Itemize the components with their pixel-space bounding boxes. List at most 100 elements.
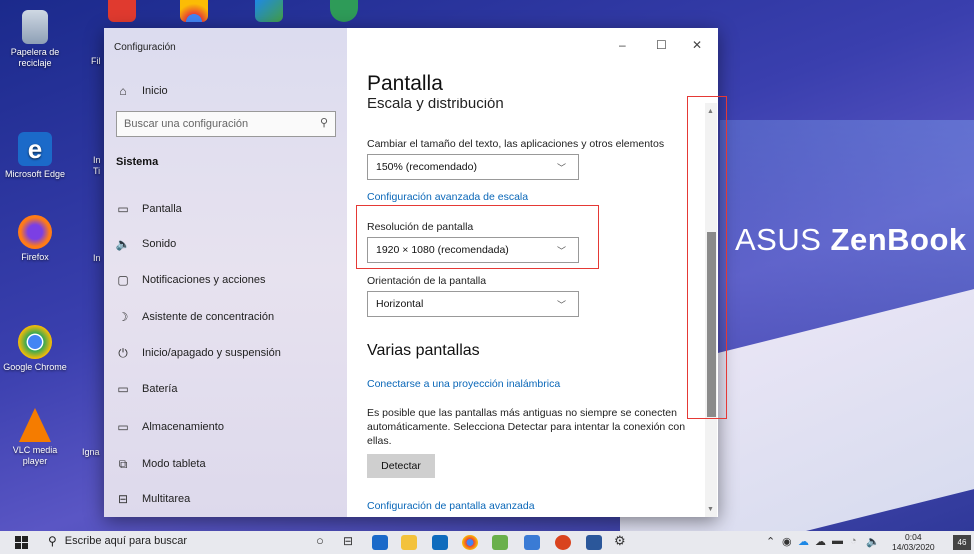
chevron-down-icon: ﹀	[556, 163, 566, 173]
edge-desktop-icon[interactable]: e Microsoft Edge	[3, 132, 67, 180]
home-icon: ⌂	[119, 84, 127, 98]
settings-sidebar: Configuración ⌂ Inicio Buscar una config…	[104, 28, 347, 517]
resolution-dropdown[interactable]: 1920 × 1080 (recomendada) ﹀	[367, 237, 579, 263]
recycle-bin-label: Papelera de reciclaje	[10, 47, 60, 68]
taskbar: ⚲ Escribe aquí para buscar ○ ⊟ ⚙ ⌃ ◉ ☁ ☁…	[0, 531, 974, 554]
tray-app-icon[interactable]: ◉	[782, 535, 792, 548]
orientation-value: Horizontal	[376, 298, 424, 310]
chrome-label: Google Chrome	[3, 362, 67, 372]
sidebar-item-label: Pantalla	[142, 203, 182, 215]
taskbar-search[interactable]: ⚲ Escribe aquí para buscar	[48, 534, 187, 548]
firefox-desktop-icon[interactable]: Firefox	[3, 215, 67, 263]
chevron-down-icon: ﹀	[556, 300, 566, 310]
detect-button[interactable]: Detectar	[367, 454, 435, 478]
clock-time: 0:04	[905, 532, 922, 542]
powerpoint-taskbar-icon[interactable]	[555, 535, 571, 550]
app-taskbar-icon[interactable]	[524, 535, 540, 550]
sidebar-item-label: Modo tableta	[142, 458, 206, 470]
settings-taskbar-icon[interactable]: ⚙	[614, 533, 626, 549]
recycle-bin-icon	[22, 10, 48, 44]
scale-label: Cambiar el tamaño del texto, las aplicac…	[367, 138, 665, 150]
monitor-icon: ▭	[117, 202, 129, 216]
search-icon: ⚲	[48, 534, 57, 548]
advanced-display-link[interactable]: Configuración de pantalla avanzada	[367, 500, 535, 512]
desktop-partial-label: Igna	[82, 447, 100, 457]
page-title: Pantalla	[367, 72, 443, 95]
start-button[interactable]	[15, 536, 28, 549]
taskbar-search-placeholder: Escribe aquí para buscar	[64, 535, 188, 547]
settings-search-input[interactable]: Buscar una configuración ⚲	[116, 111, 336, 137]
resolution-value: 1920 × 1080 (recomendada)	[376, 244, 509, 256]
moon-icon: ☽	[117, 310, 129, 324]
wireless-display-link[interactable]: Conectarse a una proyección inalámbrica	[367, 378, 560, 390]
chevron-down-icon: ﹀	[556, 246, 566, 256]
maximize-button[interactable]: ☐	[656, 38, 667, 52]
scale-value: 150% (recomendado)	[376, 161, 477, 173]
edge-label: Microsoft Edge	[4, 169, 66, 179]
sidebar-item-multitarea[interactable]: ⊟ Multitarea	[114, 484, 190, 514]
app-icon-top-3[interactable]	[255, 0, 283, 22]
vlc-cone-icon	[19, 408, 51, 442]
edge-taskbar-icon[interactable]	[372, 535, 388, 550]
sidebar-item-almacenamiento[interactable]: ▭ Almacenamiento	[114, 412, 224, 442]
scroll-down-icon[interactable]: ▼	[707, 506, 714, 513]
notification-icon: ▢	[117, 273, 129, 287]
app-icon-top-1[interactable]	[108, 0, 136, 22]
sidebar-item-label: Notificaciones y acciones	[142, 274, 266, 286]
orientation-dropdown[interactable]: Horizontal ﹀	[367, 291, 579, 317]
onedrive-icon[interactable]: ☁	[798, 535, 809, 548]
sidebar-item-label: Batería	[142, 383, 178, 395]
wifi-icon[interactable]: ◔	[850, 535, 857, 547]
chrome-desktop-icon[interactable]: Google Chrome	[3, 325, 67, 373]
close-button[interactable]: ✕	[692, 38, 702, 52]
sidebar-item-tableta[interactable]: ⧉ Modo tableta	[114, 449, 206, 479]
sidebar-item-notificaciones[interactable]: ▢ Notificaciones y acciones	[114, 265, 266, 295]
desktop-partial-label: Ti	[93, 166, 101, 176]
power-icon: ⏻	[118, 345, 128, 360]
multi-display-heading: Varias pantallas	[367, 342, 480, 359]
sidebar-item-pantalla[interactable]: ▭ Pantalla	[114, 194, 182, 224]
desktop-partial-label: In	[93, 253, 101, 263]
chevron-up-icon[interactable]: ⌃	[766, 535, 775, 548]
chrome-icon	[18, 325, 52, 359]
cortana-icon[interactable]: ○	[316, 533, 324, 548]
storage-icon: ▭	[117, 420, 129, 434]
firefox-label: Firefox	[21, 252, 49, 262]
speaker-icon: 🔈	[115, 237, 131, 251]
task-view-icon[interactable]: ⊟	[343, 534, 353, 548]
sidebar-item-home[interactable]: ⌂ Inicio	[114, 76, 167, 106]
system-clock[interactable]: 0:04 14/03/2020	[892, 532, 935, 552]
search-placeholder: Buscar una configuración	[124, 118, 249, 130]
volume-icon[interactable]: 🔈	[866, 535, 880, 548]
detect-description: Es posible que las pantallas más antigua…	[367, 407, 686, 447]
file-explorer-taskbar-icon[interactable]	[401, 535, 417, 550]
sidebar-item-sonido[interactable]: 🔈 Sonido	[114, 229, 177, 259]
sidebar-item-concentracion[interactable]: ☽ Asistente de concentración	[114, 302, 274, 332]
outlook-taskbar-icon[interactable]	[432, 535, 448, 550]
battery-icon[interactable]: ▬	[832, 535, 843, 547]
cloud-icon[interactable]: ☁	[815, 535, 826, 548]
sidebar-item-bateria[interactable]: ▭ Batería	[114, 374, 177, 404]
notification-center-button[interactable]: 46	[953, 535, 971, 550]
scale-dropdown[interactable]: 150% (recomendado) ﹀	[367, 154, 579, 180]
sidebar-item-label: Almacenamiento	[142, 421, 224, 433]
tablet-icon: ⧉	[118, 456, 128, 471]
app-icon-top-4[interactable]	[330, 0, 358, 22]
scrollbar-thumb[interactable]	[707, 232, 716, 417]
sidebar-item-label: Sonido	[142, 238, 177, 250]
recycle-bin-desktop-icon[interactable]: Papelera de reciclaje	[3, 10, 67, 69]
chrome-taskbar-icon[interactable]	[462, 535, 478, 550]
sidebar-section-title: Sistema	[116, 156, 159, 168]
advanced-scale-link[interactable]: Configuración avanzada de escala	[367, 191, 528, 203]
settings-window: Configuración ⌂ Inicio Buscar una config…	[104, 28, 718, 517]
clock-date: 14/03/2020	[892, 542, 935, 552]
word-taskbar-icon[interactable]	[586, 535, 602, 550]
photos-taskbar-icon[interactable]	[492, 535, 508, 550]
chrome-top-icon[interactable]	[180, 0, 208, 22]
wallpaper-brand: ASUS ZenBook	[735, 222, 967, 258]
sidebar-item-power[interactable]: ⏻ Inicio/apagado y suspensión	[114, 338, 281, 368]
orientation-label: Orientación de la pantalla	[367, 275, 487, 287]
minimize-button[interactable]: –	[619, 38, 626, 52]
scroll-up-icon[interactable]: ▲	[707, 108, 714, 115]
vlc-desktop-icon[interactable]: VLC media player	[3, 408, 67, 467]
